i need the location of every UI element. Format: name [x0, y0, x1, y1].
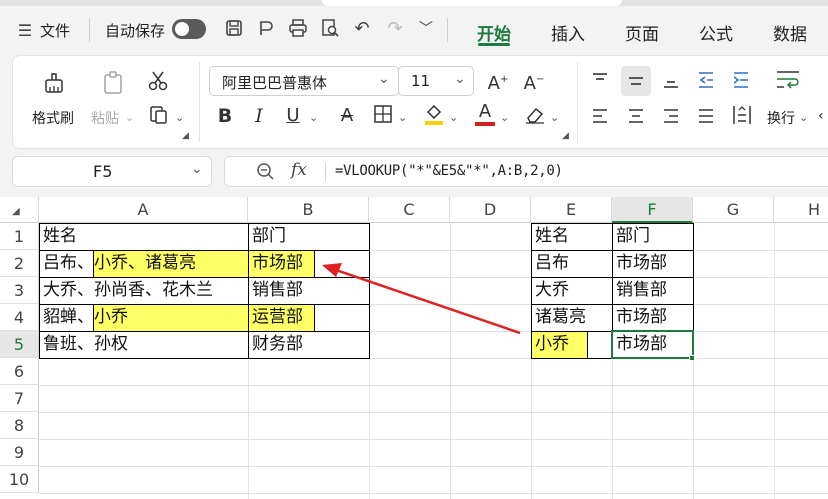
font-name-value: 阿里巴巴普惠体: [222, 74, 328, 92]
fill-color-dropdown-icon[interactable]: ⌄: [449, 111, 458, 124]
save-icon[interactable]: [223, 18, 245, 40]
tab-insert[interactable]: 插入: [551, 20, 585, 45]
spreadsheet-grid[interactable]: ◢ A B C D E F G H 1 2 3 4 5 6 7 8 9 10 姓…: [0, 197, 828, 499]
tab-data[interactable]: 数据: [773, 20, 807, 45]
wrap-text-dropdown-icon[interactable]: ⌄: [799, 111, 808, 124]
align-center-icon[interactable]: [626, 106, 646, 130]
underline-icon[interactable]: U: [283, 104, 303, 128]
align-left-icon[interactable]: [590, 106, 610, 130]
strikethrough-icon[interactable]: A: [336, 104, 358, 128]
menu-icon[interactable]: ☰: [14, 20, 36, 42]
tab-home[interactable]: 开始: [477, 20, 511, 45]
export-icon[interactable]: [255, 18, 277, 40]
more-ribbon-icon[interactable]: ‹: [818, 108, 824, 124]
font-size-value: 11: [411, 72, 431, 90]
file-menu[interactable]: 文件: [40, 20, 70, 41]
clipboard-expand-icon[interactable]: ◢: [182, 131, 189, 141]
chevron-down-icon: ⌄: [378, 71, 390, 87]
align-top-icon[interactable]: [590, 70, 610, 94]
autosave-toggle[interactable]: [172, 19, 206, 39]
tab-strip-edge: [0, 0, 828, 6]
annotation-arrow: [322, 263, 521, 335]
format-painter-icon[interactable]: [40, 70, 68, 101]
bold-icon[interactable]: B: [215, 104, 235, 128]
clear-format-icon[interactable]: [524, 104, 546, 131]
fx-icon[interactable]: fx: [291, 160, 307, 180]
align-right-icon[interactable]: [661, 106, 681, 130]
increase-font-icon[interactable]: A+: [486, 68, 510, 96]
name-box[interactable]: F5 ⌄: [12, 156, 212, 187]
redo-icon[interactable]: ↷: [384, 18, 406, 40]
align-bottom-icon[interactable]: [661, 70, 681, 94]
cut-icon[interactable]: [146, 70, 170, 97]
print-icon[interactable]: [287, 18, 309, 40]
font-size-dropdown[interactable]: 11 ⌄: [398, 66, 474, 96]
borders-icon[interactable]: [372, 104, 394, 129]
formula-bar[interactable]: fx =VLOOKUP("*"&E5&"*",A:B,2,0): [224, 156, 828, 187]
borders-dropdown-icon[interactable]: ⌄: [398, 111, 407, 124]
font-color-icon[interactable]: A: [474, 100, 496, 126]
zoom-icon[interactable]: [255, 161, 275, 185]
tab-formula[interactable]: 公式: [699, 20, 733, 45]
font-name-dropdown[interactable]: 阿里巴巴普惠体 ⌄: [209, 66, 399, 96]
undo-icon[interactable]: ↶: [351, 18, 373, 40]
ribbon-separator: [577, 62, 578, 142]
decrease-font-icon[interactable]: A−: [522, 68, 546, 96]
copy-icon[interactable]: [147, 104, 171, 131]
formula-text[interactable]: =VLOOKUP("*"&E5&"*",A:B,2,0): [335, 163, 563, 179]
ribbon-separator: [199, 62, 200, 142]
chevron-down-icon: ⌄: [191, 161, 203, 177]
separator: [89, 18, 90, 42]
print-preview-icon[interactable]: [319, 18, 341, 40]
align-middle-icon[interactable]: [621, 66, 651, 96]
copy-dropdown-icon[interactable]: ⌄: [175, 111, 184, 124]
wrap-text-label[interactable]: 换行: [767, 108, 795, 128]
paste-dropdown-icon[interactable]: ⌄: [125, 111, 134, 124]
underline-dropdown-icon[interactable]: ⌄: [309, 111, 318, 124]
separator: [447, 18, 448, 42]
paste-label[interactable]: 粘贴: [91, 108, 119, 128]
chevron-down-icon: ⌄: [454, 71, 466, 87]
fill-color-icon[interactable]: [423, 102, 445, 131]
autosave-label: 自动保存: [105, 22, 166, 40]
active-tab-indicator: [478, 43, 510, 46]
more-chevron-icon[interactable]: ﹀: [415, 18, 437, 40]
format-painter-label[interactable]: 格式刷: [32, 108, 74, 128]
tab-page[interactable]: 页面: [625, 20, 659, 45]
font-color-dropdown-icon[interactable]: ⌄: [500, 111, 509, 124]
increase-indent-icon[interactable]: [731, 70, 751, 94]
decrease-indent-icon[interactable]: [696, 70, 716, 94]
formula-separator: [325, 163, 326, 181]
name-box-value: F5: [93, 162, 113, 181]
wrap-text-icon[interactable]: [775, 68, 801, 96]
paste-icon[interactable]: [99, 70, 127, 101]
clear-format-dropdown-icon[interactable]: ⌄: [550, 111, 559, 124]
italic-icon[interactable]: I: [249, 104, 269, 128]
font-expand-icon[interactable]: ◢: [562, 131, 569, 141]
justify-icon[interactable]: [696, 106, 716, 130]
distributed-align-icon[interactable]: [731, 104, 753, 130]
